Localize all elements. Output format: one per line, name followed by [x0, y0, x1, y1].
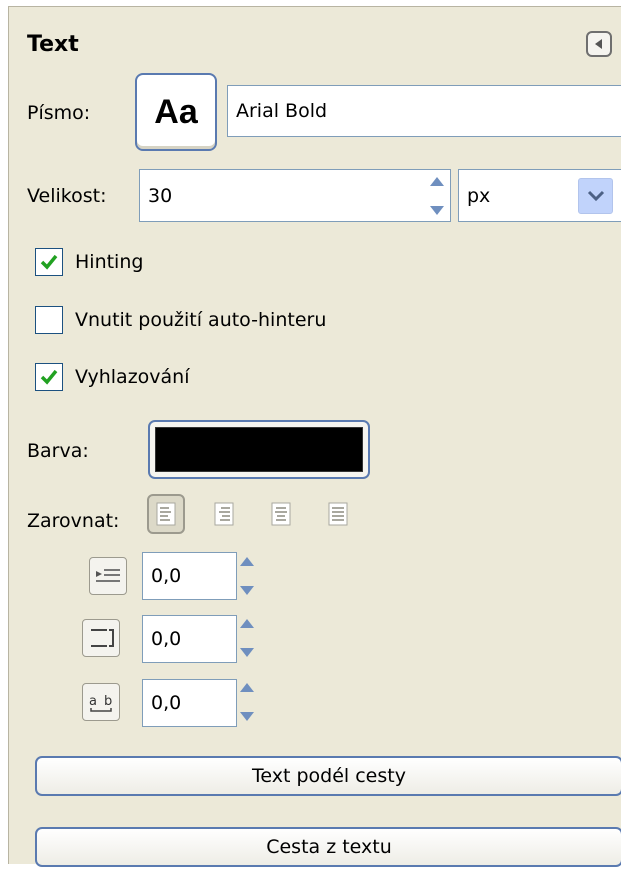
align-center-icon	[271, 502, 291, 526]
force-autohinter-option[interactable]: Vnutit použití auto-hinteru	[35, 306, 326, 334]
antialiasing-label: Vyhlazování	[75, 366, 190, 388]
hinting-option[interactable]: Hinting	[35, 248, 143, 276]
checkmark-icon	[40, 254, 58, 270]
size-value: 30	[148, 184, 173, 207]
color-label: Barva:	[27, 440, 89, 462]
checkmark-icon	[40, 369, 58, 385]
spin-up-icon[interactable]	[240, 619, 254, 628]
spin-up-icon[interactable]	[240, 683, 254, 692]
justify-label: Zarovnat:	[27, 510, 120, 532]
align-right-icon	[214, 502, 234, 526]
letter-spacing-input[interactable]: 0,0	[142, 679, 237, 727]
justify-right-button[interactable]	[205, 494, 243, 534]
indent-spinner[interactable]	[236, 557, 258, 595]
svg-text:b: b	[104, 694, 112, 709]
font-label: Písmo:	[27, 102, 91, 124]
color-button[interactable]	[148, 420, 370, 479]
justify-fill-button[interactable]	[319, 494, 357, 534]
path-from-text-button[interactable]: Cesta z textu	[35, 827, 621, 867]
collapse-button[interactable]	[586, 31, 612, 57]
justify-center-button[interactable]	[262, 494, 300, 534]
align-justify-icon	[328, 502, 348, 526]
line-spacing-input[interactable]: 0,0	[142, 615, 237, 663]
spin-down-icon[interactable]	[240, 648, 254, 657]
spin-down-icon[interactable]	[240, 712, 254, 721]
align-left-icon	[156, 502, 176, 526]
line-spacing-spinner[interactable]	[236, 619, 258, 657]
spin-down-icon[interactable]	[240, 586, 254, 595]
indent-input[interactable]: 0,0	[142, 552, 237, 600]
letter-spacing-icon: ab	[82, 683, 120, 721]
svg-text:a: a	[89, 694, 97, 709]
letter-spacing-spinner[interactable]	[236, 683, 258, 721]
hinting-label: Hinting	[75, 251, 144, 273]
justify-left-button[interactable]	[147, 494, 185, 534]
spin-up-icon[interactable]	[430, 177, 444, 186]
font-preview-button[interactable]: Aa	[135, 73, 217, 151]
unit-value: px	[467, 184, 491, 207]
triangle-left-icon	[595, 39, 602, 49]
force-autohinter-checkbox[interactable]	[35, 306, 63, 334]
spin-down-icon[interactable]	[430, 206, 444, 215]
color-swatch	[155, 427, 363, 472]
indent-icon	[89, 557, 127, 595]
unit-select[interactable]: px	[458, 169, 621, 222]
font-name-input[interactable]: Arial Bold	[227, 85, 621, 137]
line-spacing-icon	[82, 619, 120, 657]
antialiasing-option[interactable]: Vyhlazování	[35, 363, 190, 391]
antialiasing-checkbox[interactable]	[35, 363, 63, 391]
text-tool-options-panel: Text Písmo: Aa Arial Bold Velikost: 30 p…	[8, 6, 621, 867]
size-label: Velikost:	[27, 185, 107, 207]
text-along-path-button[interactable]: Text podél cesty	[35, 756, 621, 796]
spin-up-icon[interactable]	[240, 557, 254, 566]
size-spinner[interactable]	[426, 177, 448, 215]
hinting-checkbox[interactable]	[35, 248, 63, 276]
size-input[interactable]: 30	[139, 169, 451, 222]
dropdown-button[interactable]	[578, 178, 613, 214]
panel-title: Text	[27, 32, 79, 57]
chevron-down-icon	[587, 190, 604, 202]
force-autohinter-label: Vnutit použití auto-hinteru	[75, 309, 327, 331]
